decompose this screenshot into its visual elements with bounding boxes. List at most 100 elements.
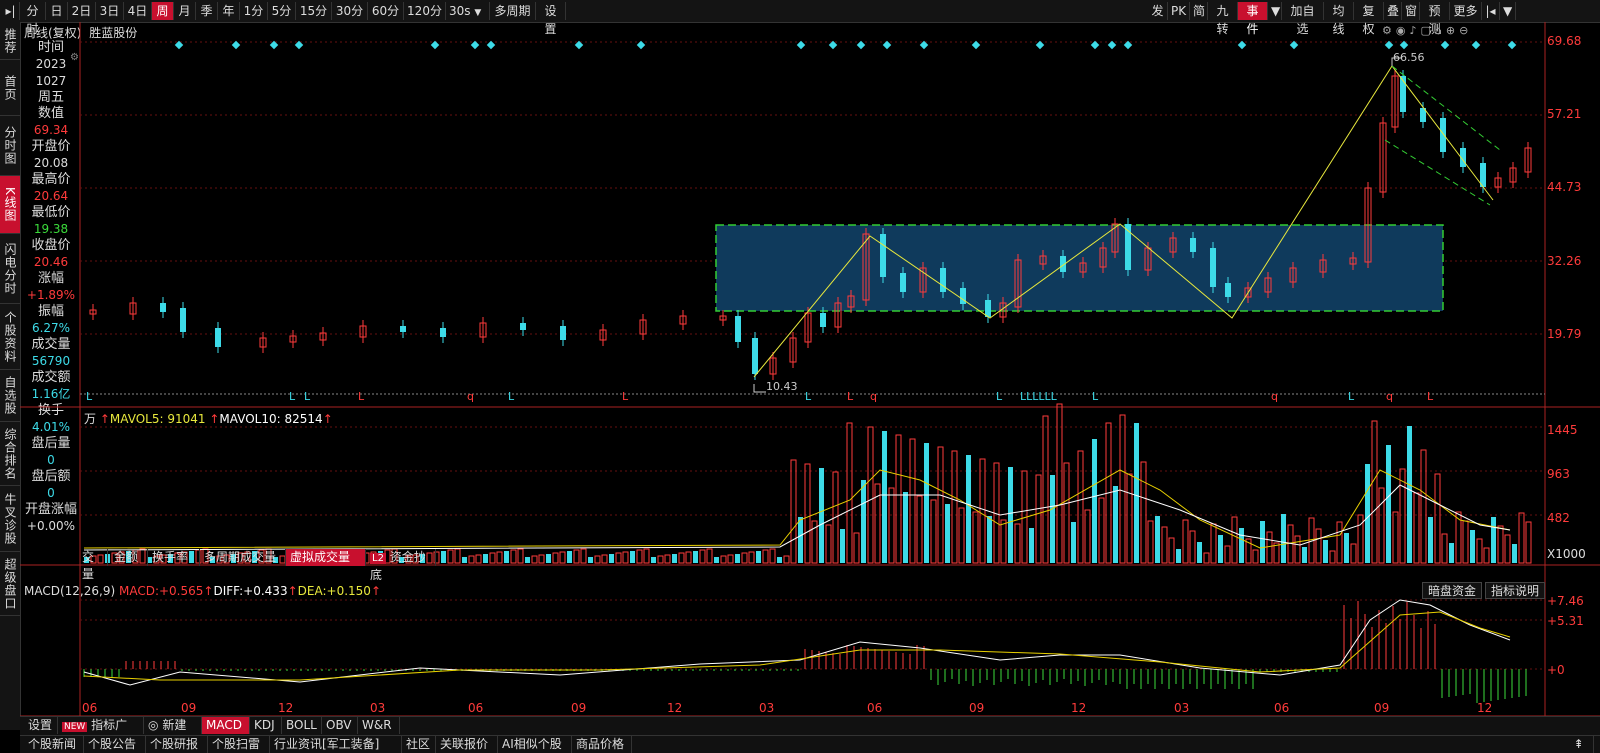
zoom-in-icon[interactable]: ⊕ bbox=[1446, 24, 1459, 37]
indicator-kdj[interactable]: KDJ bbox=[250, 717, 282, 734]
expand-up-icon[interactable]: ⇞ bbox=[1564, 736, 1594, 753]
signal-marker: L bbox=[996, 390, 1003, 403]
volume-bar-down bbox=[798, 517, 803, 563]
home-icon[interactable]: ⌂ bbox=[1435, 24, 1446, 37]
high-annotation: 66.56 bbox=[1393, 51, 1425, 64]
arrow-up-icon: ↑ bbox=[322, 412, 333, 426]
volume-bar-down bbox=[1386, 445, 1391, 563]
volume-bar-up bbox=[573, 549, 580, 564]
volume-bar-up bbox=[1504, 534, 1511, 564]
volume-bar-up bbox=[1399, 468, 1406, 564]
indicator-plaza[interactable]: NEW 指标广场 bbox=[58, 717, 144, 751]
price-axis-label: 32.26 bbox=[1547, 254, 1582, 268]
volume-bar-down bbox=[1260, 521, 1265, 563]
eye-icon[interactable]: ◉ bbox=[1396, 24, 1410, 37]
volume-bar-up bbox=[1168, 537, 1175, 564]
macd-axis-label: +5.31 bbox=[1547, 614, 1584, 628]
tab-stock-minesweep[interactable]: 个股扫雷 bbox=[208, 736, 270, 753]
volume-bar-up bbox=[699, 549, 706, 564]
volume-bar-up bbox=[1042, 415, 1049, 564]
volume-bar-up bbox=[496, 551, 503, 564]
volume-bar-down bbox=[735, 554, 740, 563]
volume-bar-down bbox=[1302, 547, 1307, 563]
volume-bar-down bbox=[1197, 542, 1202, 563]
volume-bar-up bbox=[1035, 474, 1042, 564]
tab-amount[interactable]: 金额 bbox=[110, 549, 148, 566]
time-axis: 06 09 12 03 06 09 12 03 06 09 12 03 06 09 12 bbox=[82, 701, 1542, 715]
candle-down bbox=[520, 323, 526, 330]
trend-channel-lower bbox=[1384, 139, 1491, 206]
volume-bar-down bbox=[945, 504, 950, 563]
volume-bar-up bbox=[1441, 533, 1448, 564]
signal-marker: L bbox=[508, 390, 515, 403]
tab-volume[interactable]: 交量 bbox=[78, 549, 108, 581]
volume-bar-up bbox=[1497, 525, 1504, 564]
volume-bar-down bbox=[1344, 533, 1349, 563]
dea-key: DEA: bbox=[297, 584, 327, 598]
time-axis-label: 03 bbox=[759, 701, 775, 715]
zoom-out-icon[interactable]: ⊖ bbox=[1459, 24, 1472, 37]
signal-marker: L bbox=[1427, 390, 1434, 403]
candle-down bbox=[560, 326, 566, 340]
volume-bar-up bbox=[1140, 461, 1147, 564]
signal-marker: L bbox=[622, 390, 629, 403]
tab-stock-research[interactable]: 个股研报 bbox=[146, 736, 208, 753]
event-diamond-icon bbox=[1090, 40, 1100, 50]
volume-bar-up bbox=[685, 551, 692, 564]
volume-bar-up bbox=[1315, 528, 1322, 564]
tab-ai-similar[interactable]: AI相似个股 bbox=[498, 736, 572, 753]
volume-bar-down bbox=[483, 554, 488, 563]
bell-icon[interactable]: ♪ bbox=[1409, 24, 1420, 37]
candle-down bbox=[1440, 118, 1446, 152]
event-diamond-icon bbox=[1507, 40, 1517, 50]
price-axis-label: 44.73 bbox=[1547, 180, 1582, 194]
volume-bar-up bbox=[706, 548, 713, 564]
volume-bar-up bbox=[1252, 549, 1259, 564]
event-diamond-icon bbox=[636, 40, 646, 50]
volume-bar-up bbox=[622, 551, 629, 564]
volume-bar-down bbox=[1512, 544, 1517, 563]
tab-multi-volume[interactable]: 多周期成交量 bbox=[200, 549, 286, 566]
volume-bar-up bbox=[594, 555, 601, 564]
tab-capital-bottom[interactable]: L2 资金抄底 bbox=[366, 549, 436, 582]
indicator-settings[interactable]: 设置 bbox=[24, 717, 58, 734]
tab-virtual-volume[interactable]: 虚拟成交量 bbox=[286, 549, 366, 566]
indicator-obv[interactable]: OBV bbox=[322, 717, 358, 734]
tab-related-quotes[interactable]: 关联报价 bbox=[436, 736, 498, 753]
volume-bar-up bbox=[741, 552, 748, 564]
volume-bar-down bbox=[1050, 475, 1055, 563]
tab-turnover[interactable]: 换手率 bbox=[148, 549, 200, 566]
candle-down bbox=[440, 328, 446, 337]
candle-down bbox=[985, 300, 991, 317]
settings-icon[interactable]: ⚙ bbox=[1382, 24, 1396, 37]
dark-pool-button[interactable]: 暗盘资金 bbox=[1422, 582, 1483, 599]
volume-bar-up bbox=[580, 548, 587, 564]
volume-bar-down bbox=[1113, 486, 1118, 563]
tab-stock-announcements[interactable]: 个股公告 bbox=[84, 736, 146, 753]
volume-bar-up bbox=[1063, 462, 1070, 564]
volume-bar-down bbox=[1449, 543, 1454, 563]
volume-bar-up bbox=[930, 499, 937, 564]
volume-bar-down bbox=[1008, 467, 1013, 563]
tab-commodity-price[interactable]: 商品价格 bbox=[572, 736, 632, 753]
volume-bar-down bbox=[924, 443, 929, 563]
volume-bar-up bbox=[1056, 403, 1063, 564]
tab-stock-news[interactable]: 个股新闻 bbox=[24, 736, 84, 753]
indicator-explain-button[interactable]: 指标说明 bbox=[1485, 582, 1546, 599]
lock-icon[interactable]: ▢ bbox=[1421, 24, 1435, 37]
signal-marker: L bbox=[289, 390, 296, 403]
time-axis-label: 09 bbox=[181, 701, 197, 715]
tab-industry-news[interactable]: 行业资讯[军工装备] bbox=[270, 736, 402, 753]
volume-bar-down bbox=[1491, 517, 1496, 563]
indicator-boll[interactable]: BOLL bbox=[282, 717, 322, 734]
indicator-new[interactable]: ◎ 新建 bbox=[144, 717, 202, 734]
event-diamond-icon bbox=[231, 40, 241, 50]
volume-bar-down bbox=[567, 551, 572, 563]
signal-marker: L bbox=[1092, 390, 1099, 403]
volume-bar-down bbox=[903, 492, 908, 563]
indicator-wr[interactable]: W&R bbox=[358, 717, 400, 734]
indicator-macd[interactable]: MACD bbox=[202, 717, 250, 734]
indicator-new-label: 新建 bbox=[162, 718, 187, 732]
tab-community[interactable]: 社区 bbox=[402, 736, 436, 753]
volume-bar-up bbox=[468, 555, 475, 564]
